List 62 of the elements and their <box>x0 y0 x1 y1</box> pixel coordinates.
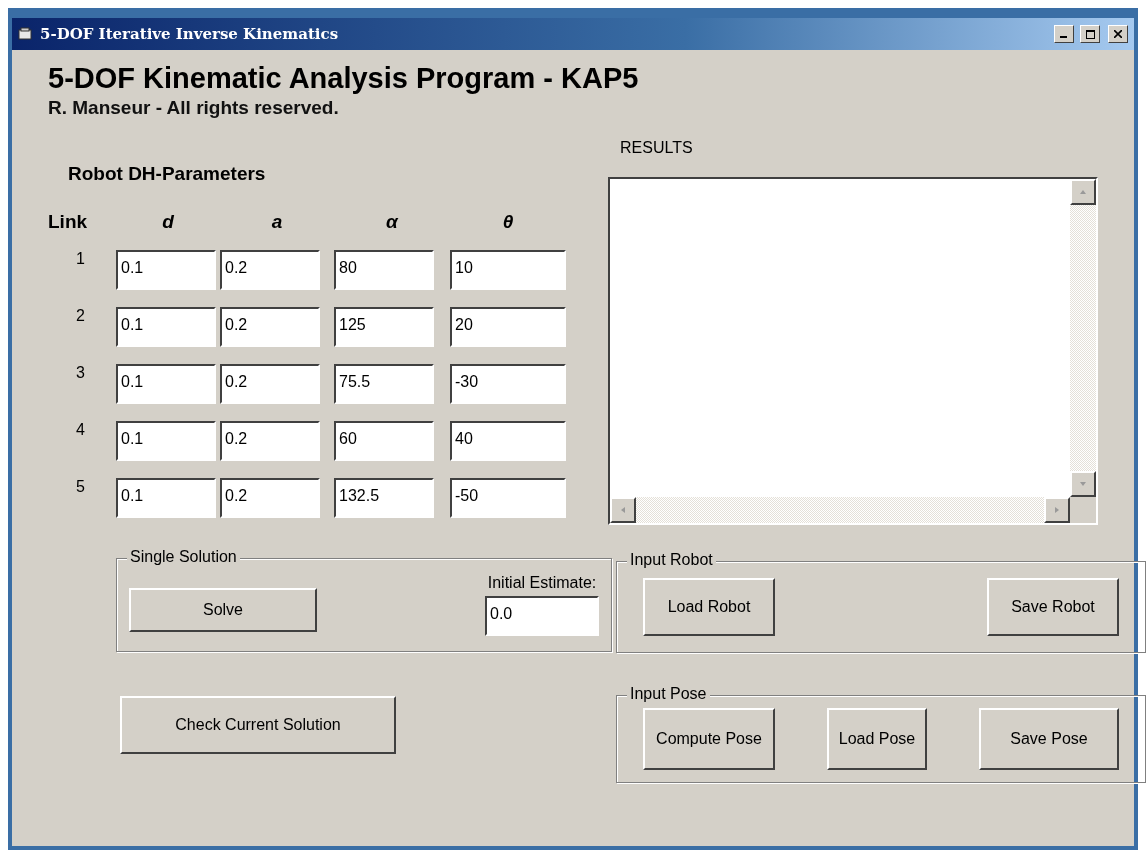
arrow-icon <box>1079 188 1087 196</box>
parameter-field[interactable]: 0.1 <box>116 250 216 290</box>
parameter-field[interactable]: 60 <box>334 421 434 461</box>
link-number: 3 <box>76 364 85 382</box>
column-header: a <box>271 211 283 233</box>
results-label: RESULTS <box>620 139 694 157</box>
parameter-field[interactable]: -50 <box>450 478 566 518</box>
scroll-right-button[interactable] <box>1044 497 1070 523</box>
group-legend: Input Pose <box>627 685 710 703</box>
copyright-text: R. Manseur - All rights reserved. <box>48 97 340 119</box>
parameter-field[interactable]: 0.2 <box>220 307 320 347</box>
parameter-field[interactable]: 10 <box>450 250 566 290</box>
maximize-button[interactable] <box>1080 25 1100 43</box>
link-number: 4 <box>76 421 85 439</box>
parameter-field[interactable]: 40 <box>450 421 566 461</box>
column-header: θ <box>502 211 514 233</box>
pose-button[interactable]: Load Pose <box>827 708 927 770</box>
parameter-field[interactable]: 0.2 <box>220 421 320 461</box>
minimize-button[interactable] <box>1054 25 1074 43</box>
parameter-field[interactable]: 75.5 <box>334 364 434 404</box>
column-header: α <box>386 211 398 233</box>
program-title: 5-DOF Kinematic Analysis Program - KAP5 <box>48 62 640 95</box>
arrow-icon <box>619 506 627 514</box>
section-title: Robot DH-Parameters <box>68 163 267 185</box>
group-legend: Input Robot <box>627 551 716 569</box>
maximize-icon <box>1085 29 1095 39</box>
pose-button[interactable]: Save Pose <box>979 708 1119 770</box>
parameter-field[interactable]: 0.2 <box>220 478 320 518</box>
window-title: 5-DOF Iterative Inverse Kinematics <box>40 25 340 43</box>
estimate-field[interactable]: 0.0 <box>485 596 599 636</box>
link-number: 5 <box>76 478 85 496</box>
field-label: Initial Estimate: <box>487 574 597 592</box>
parameter-field[interactable]: 0.1 <box>116 364 216 404</box>
parameter-field[interactable]: 0.1 <box>116 307 216 347</box>
group-legend: Single Solution <box>127 548 240 566</box>
parameter-field[interactable]: 0.1 <box>116 478 216 518</box>
link-number: 1 <box>76 250 85 268</box>
pose-button[interactable]: Compute Pose <box>643 708 775 770</box>
parameter-field[interactable]: 132.5 <box>334 478 434 518</box>
close-button[interactable] <box>1108 25 1128 43</box>
scroll-down-button[interactable] <box>1070 471 1096 497</box>
arrow-icon <box>1079 480 1087 488</box>
close-icon <box>1114 30 1122 38</box>
parameter-field[interactable]: 80 <box>334 250 434 290</box>
robot-button[interactable]: Load Robot <box>643 578 775 636</box>
parameter-field[interactable]: 125 <box>334 307 434 347</box>
app-icon <box>18 27 34 41</box>
scrollbar-corner <box>1070 497 1096 523</box>
scroll-up-button[interactable] <box>1070 179 1096 205</box>
scroll-left-button[interactable] <box>610 497 636 523</box>
parameter-field[interactable]: 20 <box>450 307 566 347</box>
robot-button[interactable]: Save Robot <box>987 578 1119 636</box>
arrow-icon <box>1053 506 1061 514</box>
column-header: d <box>162 211 174 233</box>
link-number: 2 <box>76 307 85 325</box>
parameter-field[interactable]: 0.1 <box>116 421 216 461</box>
column-header: Link <box>48 211 88 233</box>
parameter-field[interactable]: -30 <box>450 364 566 404</box>
parameter-field[interactable]: 0.2 <box>220 250 320 290</box>
check-solution-button[interactable]: Check Current Solution <box>120 696 396 754</box>
solve-button[interactable]: Solve <box>129 588 317 632</box>
parameter-field[interactable]: 0.2 <box>220 364 320 404</box>
